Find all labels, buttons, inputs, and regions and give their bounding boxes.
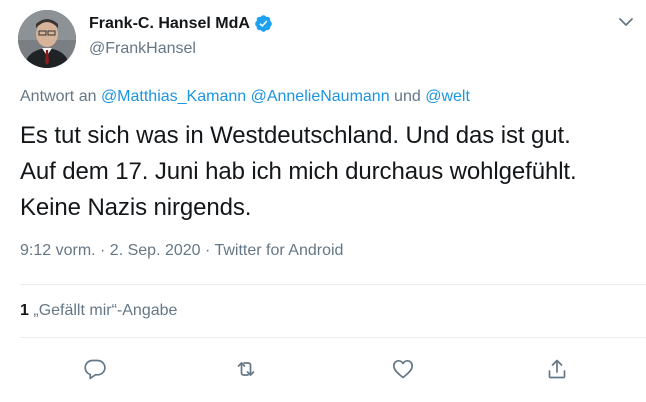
reply-context: Antwort an @Matthias_Kamann @AnnelieNaum…: [20, 88, 470, 106]
tweet-text-line: Auf dem 17. Juni hab ich mich durchaus w…: [20, 158, 577, 185]
avatar[interactable]: [18, 10, 76, 68]
retweet-icon[interactable]: [234, 357, 258, 381]
reply-conjunction: und: [394, 88, 421, 105]
verified-badge-icon: [254, 14, 273, 33]
tweet-timestamp[interactable]: 9:12 vorm. · 2. Sep. 2020 · Twitter for …: [20, 242, 343, 260]
reply-prefix: Antwort an: [20, 88, 97, 105]
share-icon[interactable]: [545, 357, 569, 381]
tweet-text-line: Keine Nazis nirgends.: [20, 194, 252, 221]
tweet-card: Frank-C. Hansel MdA @FrankHansel Antwort…: [0, 0, 646, 402]
reply-icon[interactable]: [83, 357, 107, 381]
mention-link-2[interactable]: @AnnelieNaumann: [251, 88, 390, 105]
tweet-text: Es tut sich was in Westdeutschland. Und …: [20, 118, 640, 226]
likes-label: „Gefällt mir“-Angabe: [33, 302, 178, 319]
author-name-row[interactable]: Frank-C. Hansel MdA: [89, 14, 273, 33]
mention-link-1[interactable]: @Matthias_Kamann: [101, 88, 246, 105]
likes-count: 1: [20, 302, 29, 319]
avatar-image: [18, 10, 76, 68]
action-bar: [0, 352, 646, 388]
author-display-name[interactable]: Frank-C. Hansel MdA: [89, 15, 250, 33]
likes-stat[interactable]: 1 „Gefällt mir“-Angabe: [20, 302, 177, 320]
divider: [20, 284, 646, 285]
like-icon[interactable]: [391, 357, 415, 381]
author-handle[interactable]: @FrankHansel: [89, 40, 196, 58]
divider: [20, 337, 646, 338]
chevron-down-icon[interactable]: [618, 14, 634, 30]
tweet-text-line: Es tut sich was in Westdeutschland. Und …: [20, 122, 571, 149]
mention-link-3[interactable]: @welt: [425, 88, 470, 105]
